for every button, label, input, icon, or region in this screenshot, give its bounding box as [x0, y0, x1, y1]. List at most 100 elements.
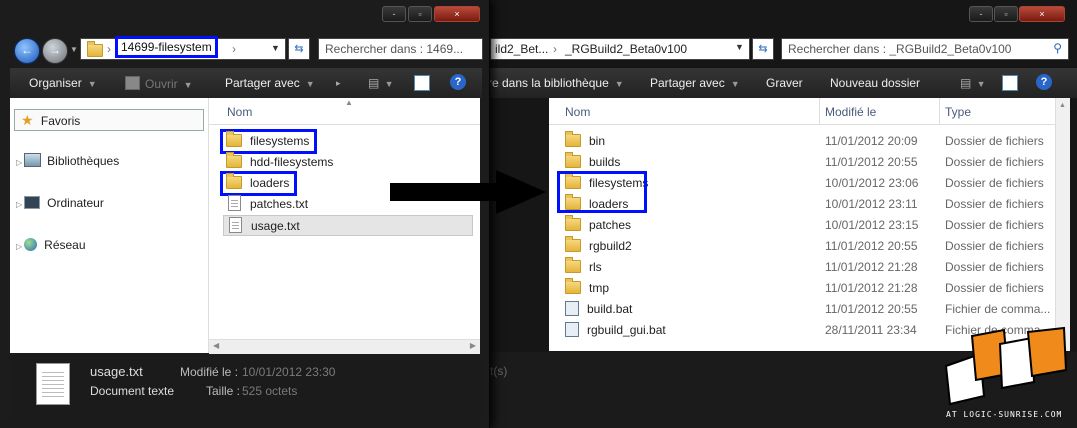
breadcrumb-segment[interactable]: _RGBuild2_Beta0v100 [565, 42, 687, 56]
computer-icon [24, 196, 41, 209]
item-name: builds [589, 155, 621, 169]
chevron-down-icon[interactable]: ▼ [735, 42, 744, 52]
chevron-down-icon[interactable]: ▼ [271, 43, 280, 53]
list-item[interactable]: builds [565, 152, 620, 173]
library-menu[interactable]: re dans la bibliothèque ▼ [488, 76, 624, 90]
recent-pages-icon[interactable]: ▼ [70, 45, 78, 54]
details-pane: usage.txt Document texte Modifié le : 10… [10, 354, 482, 420]
horizontal-scrollbar[interactable]: ◀ ▶ [209, 339, 480, 354]
nav-item-reseau[interactable]: ▷ Réseau [16, 235, 86, 255]
nav-item-ordinateur[interactable]: ▷ Ordinateur [16, 193, 104, 213]
search-input[interactable]: Rechercher dans : 1469... [318, 38, 483, 60]
maximize-button[interactable]: ▫ [408, 6, 432, 22]
chevron-right-icon[interactable]: › [107, 42, 111, 56]
view-options-icon[interactable]: ▤ ▼ [368, 76, 394, 90]
maximize-button[interactable]: ▫ [994, 6, 1018, 22]
item-modified: 11/01/2012 21:28 [825, 281, 918, 295]
preview-pane-icon[interactable] [414, 75, 430, 91]
help-icon[interactable]: ? [1036, 74, 1052, 90]
nav-item-favoris[interactable]: ★ Favoris [14, 109, 204, 131]
chevron-right-icon[interactable]: › [553, 42, 557, 56]
share-menu[interactable]: Partager avec ▼ [650, 76, 740, 90]
item-modified: 10/01/2012 23:15 [825, 218, 919, 232]
column-name[interactable]: Nom [565, 105, 590, 119]
item-name: rgbuild2 [589, 239, 632, 253]
item-modified: 10/01/2012 23:11 [825, 197, 918, 211]
breadcrumb-segment[interactable]: 14699-filesystem [115, 36, 218, 58]
watermark-logo: BRRR AT LOGIC-SUNRISE.COM [940, 326, 1077, 428]
new-folder-button[interactable]: Nouveau dossier [830, 76, 920, 90]
burn-button[interactable]: Graver [766, 76, 803, 90]
minimize-button[interactable]: - [382, 6, 406, 22]
minimize-button[interactable]: - [969, 6, 993, 22]
item-type: Dossier de fichiers [945, 155, 1044, 169]
file-list: ▲ Nom filesystems hdd-filesystems loader… [209, 98, 480, 339]
item-type: Dossier de fichiers [945, 134, 1044, 148]
file-list: Nom Modifié le Type bin 11/01/2012 20:09 D… [549, 98, 1055, 351]
list-item[interactable]: build.bat [565, 299, 632, 320]
logo-text: BRRR [940, 326, 941, 327]
organize-menu[interactable]: Organiser ▼ [29, 76, 97, 90]
details-size-value: 525 octets [242, 384, 298, 398]
list-item[interactable]: rgbuild_gui.bat [565, 320, 666, 341]
open-menu[interactable]: Ouvrir ▼ [125, 76, 193, 91]
search-placeholder: Rechercher dans : _RGBuild2_Beta0v100 [788, 42, 1012, 56]
list-item[interactable]: patches [565, 215, 631, 236]
navigation-pane: ★ Favoris ▷ Bibliothèques ▷ Ordinateur ▷ Ré… [10, 98, 209, 353]
vertical-scrollbar[interactable]: ▲ ▼ [1055, 98, 1070, 351]
column-name[interactable]: Nom [227, 105, 252, 119]
item-modified: 10/01/2012 23:06 [825, 176, 919, 190]
details-file-kind: Document texte [90, 384, 175, 398]
share-menu[interactable]: Partager avec ▼ [225, 76, 315, 90]
refresh-icon[interactable]: ⇆ [288, 38, 310, 60]
folder-icon [565, 278, 581, 294]
list-item[interactable]: tmp [565, 278, 609, 299]
item-name: build.bat [587, 302, 633, 316]
more-commands-icon[interactable]: ▸ [336, 78, 341, 89]
item-modified: 11/01/2012 21:28 [825, 260, 918, 274]
list-item[interactable]: loaders [219, 171, 298, 196]
preview-pane-icon[interactable] [1002, 75, 1018, 91]
address-bar[interactable]: › 14699-filesystem › ▼ [80, 36, 286, 60]
folder-icon [565, 236, 581, 252]
address-bar[interactable]: ild2_Bet... › _RGBuild2_Beta0v100 ▼ [490, 38, 750, 60]
command-bar: Organiser ▼ Ouvrir ▼ Partager avec ▼ ▸ ▤ ▼ … [10, 68, 482, 98]
column-type[interactable]: Type [945, 105, 971, 119]
refresh-icon[interactable]: ⇆ [752, 38, 774, 60]
list-item-selected[interactable]: usage.txt [223, 215, 473, 236]
list-item[interactable]: rgbuild2 [565, 236, 632, 257]
item-modified: 11/01/2012 20:09 [825, 134, 918, 148]
search-icon[interactable]: ⚲ [1053, 41, 1062, 55]
list-item[interactable]: hdd-filesystems [226, 152, 333, 173]
search-input[interactable]: Rechercher dans : _RGBuild2_Beta0v100 ⚲ [781, 38, 1069, 60]
nav-item-bibliotheques[interactable]: ▷ Bibliothèques [16, 151, 119, 171]
logo-graphic [944, 326, 1068, 406]
list-item[interactable]: rls [565, 257, 602, 278]
batch-file-icon [565, 301, 579, 316]
help-icon[interactable]: ? [450, 74, 466, 90]
close-button[interactable]: × [434, 6, 480, 22]
details-fragment: t(s) [490, 364, 508, 378]
column-header-row [549, 98, 1055, 125]
column-modified[interactable]: Modifié le [825, 105, 876, 119]
chevron-right-icon[interactable]: › [232, 42, 236, 56]
star-icon: ★ [21, 112, 34, 128]
list-item[interactable]: filesystems [219, 129, 318, 154]
batch-file-icon [565, 322, 579, 337]
list-item[interactable]: bin [565, 131, 605, 152]
item-type: Dossier de fichiers [945, 281, 1044, 295]
item-name: rgbuild_gui.bat [587, 323, 666, 337]
forward-button[interactable]: → [42, 38, 68, 64]
item-type: Fichier de comma... [945, 302, 1051, 316]
watermark-caption: AT LOGIC-SUNRISE.COM [946, 410, 1063, 419]
folder-icon [226, 152, 242, 168]
network-icon [24, 238, 38, 251]
breadcrumb-segment[interactable]: ild2_Bet... [495, 42, 548, 56]
back-button[interactable]: ← [14, 38, 40, 64]
list-item[interactable]: patches.txt [228, 194, 308, 215]
folder-icon [226, 173, 242, 189]
view-options-icon[interactable]: ▤ ▼ [960, 76, 986, 90]
details-file-name: usage.txt [90, 364, 143, 379]
close-button[interactable]: × [1019, 6, 1065, 22]
folder-icon [565, 257, 581, 273]
